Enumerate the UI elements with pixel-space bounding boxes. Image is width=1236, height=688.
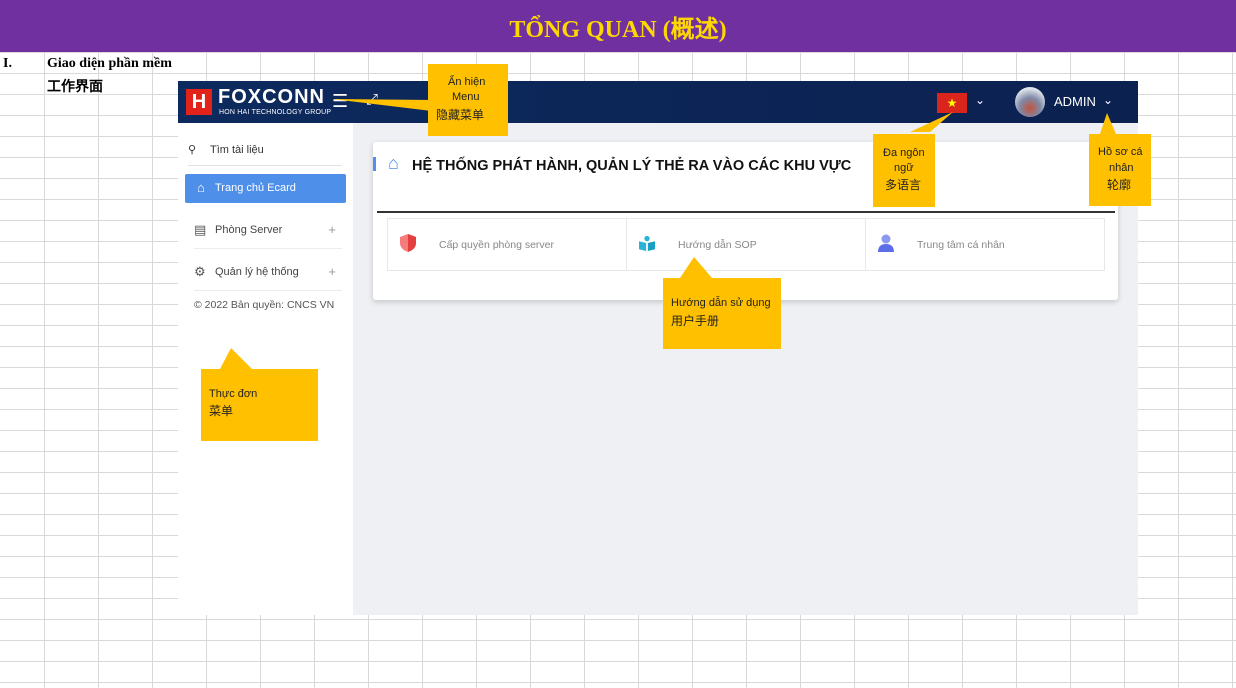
card-label: Cấp quyền phòng server (439, 239, 554, 251)
card-personal-center[interactable]: Trung tâm cá nhân (866, 219, 1104, 270)
home-icon: ⌂ (388, 153, 399, 173)
app-screenshot: H FOXCONN HON HAI TECHNOLOGY GROUP ☰ ⤢ ★… (178, 81, 1138, 615)
card-server-permission[interactable]: Cấp quyền phòng server (388, 219, 627, 270)
section-number: I. (3, 56, 12, 71)
topbar: H FOXCONN HON HAI TECHNOLOGY GROUP ☰ ⤢ ★… (178, 81, 1138, 123)
home-icon: ⌂ (197, 180, 205, 195)
brand-name: FOXCONN (218, 86, 325, 108)
divider (377, 211, 1115, 213)
profile-chevron-down-icon[interactable]: ⌄ (1103, 93, 1113, 107)
section-subtitle: 工作界面 (47, 79, 103, 95)
copyright-text: © 2022 Bản quyền: CNCS VN (194, 299, 335, 311)
card-label: Trung tâm cá nhân (917, 239, 1005, 251)
id-card-icon: ▤ (194, 222, 207, 237)
brand-tagline: HON HAI TECHNOLOGY GROUP (219, 109, 332, 116)
callout-profile: Hồ sơ cá nhân 轮廓 (1089, 134, 1151, 206)
user-name[interactable]: ADMIN (1054, 94, 1096, 109)
card-label: Hướng dẫn SOP (678, 239, 757, 251)
expand-plus-icon[interactable]: + (328, 222, 336, 237)
hamburger-icon[interactable]: ☰ (332, 91, 348, 112)
language-chevron-down-icon[interactable]: ⌄ (975, 93, 985, 107)
callout-user-guide: Hướng dẫn sử dụng 用户手册 (663, 278, 781, 349)
search-input[interactable]: ⚲ Tìm tài liệu (188, 143, 342, 166)
panel-accent-bar (373, 157, 376, 171)
search-label: Tìm tài liệu (210, 144, 264, 156)
quick-links: Cấp quyền phòng server Hướng dẫn SOP Tru… (387, 218, 1105, 271)
sidebar-item-server-room[interactable]: ▤ Phòng Server + (194, 222, 342, 249)
section-title: Giao diện phần mềm (47, 56, 172, 71)
expand-plus-icon[interactable]: + (328, 264, 336, 279)
sidebar-item-home[interactable]: ⌂ Trang chủ Ecard (185, 174, 346, 203)
expand-icon[interactable]: ⤢ (366, 91, 378, 108)
sidebar-item-system-management[interactable]: ⚙ Quản lý hệ thống + (194, 264, 342, 291)
sidebar-item-label: Phòng Server (215, 224, 283, 236)
banner-title: TỔNG QUAN (概述) (0, 0, 1236, 52)
page-title: HỆ THỐNG PHÁT HÀNH, QUẢN LÝ THẺ RA VÀO C… (412, 158, 852, 174)
callout-menu: Ẩn hiện Menu 隐藏菜单 (428, 64, 508, 136)
avatar[interactable] (1015, 87, 1045, 117)
sidebar-item-label: Trang chủ Ecard (215, 182, 296, 194)
search-icon: ⚲ (188, 144, 197, 156)
vietnam-flag-icon[interactable]: ★ (937, 93, 967, 113)
main-panel: ⌂ HỆ THỐNG PHÁT HÀNH, QUẢN LÝ THẺ RA VÀO… (373, 142, 1118, 300)
user-icon (878, 234, 894, 252)
sidebar-item-label: Quản lý hệ thống (215, 266, 299, 278)
callout-sidebar-menu: Thực đơn 菜单 (201, 369, 318, 441)
book-icon (639, 235, 655, 251)
gear-icon: ⚙ (194, 264, 206, 279)
foxconn-logo-icon: H (186, 89, 212, 115)
shield-icon (400, 234, 416, 252)
card-sop-guide[interactable]: Hướng dẫn SOP (627, 219, 866, 270)
callout-language: Đa ngôn ngữ 多语言 (873, 134, 935, 207)
